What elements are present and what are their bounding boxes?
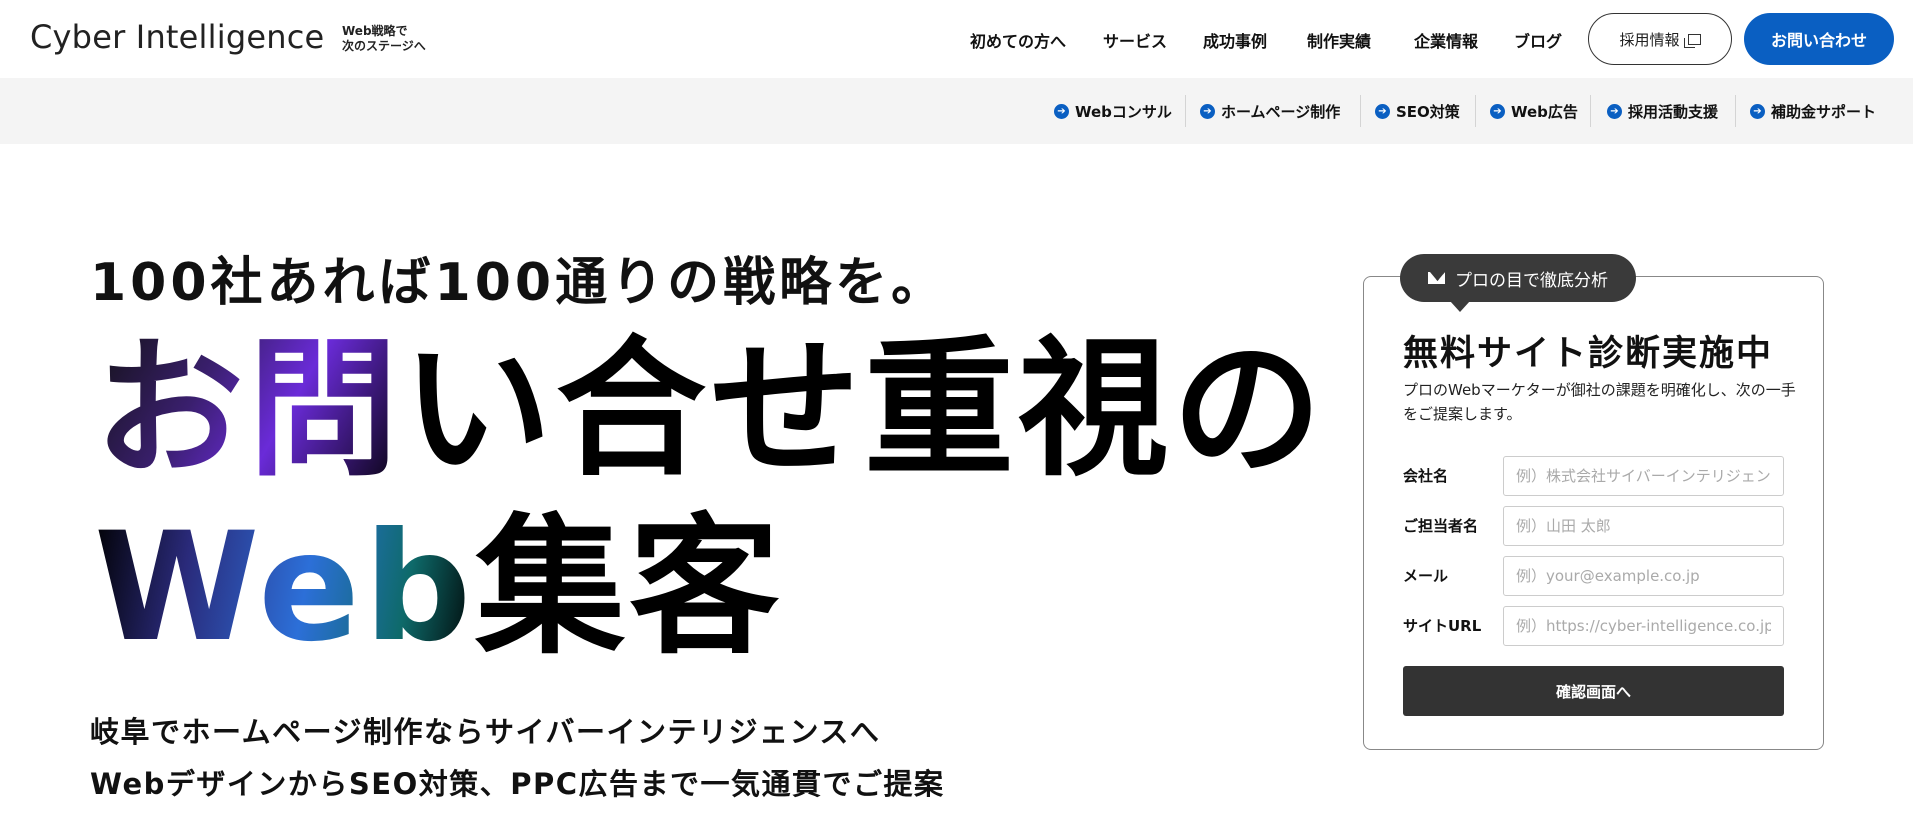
hero-title-line-1: お問い合せ重視の [94,330,1326,490]
arrow-right-circle-icon: ➔ [1054,104,1069,119]
nav-item-services[interactable]: サービス [1103,28,1167,52]
subnav-item-label: 採用活動支援 [1628,103,1719,121]
nav-item-beginners[interactable]: 初めての方へ [970,28,1066,52]
email-label: メール [1403,567,1449,585]
nav-item-success-cases[interactable]: 成功事例 [1203,28,1267,52]
company-name-label: 会社名 [1403,467,1449,485]
hero-description: 岐阜でホームページ制作ならサイバーインテリジェンスへ WebデザインからSEO対… [90,706,945,810]
subnav-divider [1185,95,1186,127]
hero-title-gradient-2: Web [94,501,476,675]
mail-icon [1428,272,1445,284]
subnav-divider [1475,95,1476,127]
arrow-right-circle-icon: ➔ [1490,104,1505,119]
subnav-item-label: ホームページ制作 [1221,103,1341,121]
subnav-divider [1735,95,1736,127]
arrow-right-circle-icon: ➔ [1375,104,1390,119]
site-url-label: サイトURL [1403,617,1482,635]
form-badge: プロの目で徹底分析 [1400,254,1636,312]
site-tagline: Web戦略で 次のステージへ [342,24,426,54]
subnav-item-recruiting-support[interactable]: ➔ 採用活動支援 [1607,101,1718,122]
site-logo[interactable]: Cyber Intelligence [30,18,324,56]
hero-catchphrase: 100社あれば100通りの戦略を。 [90,253,948,313]
site-header: Cyber Intelligence Web戦略で 次のステージへ 初めての方へ… [0,0,1913,78]
subnav-item-label: Webコンサル [1075,103,1172,121]
subnav-item-label: SEO対策 [1396,103,1460,121]
arrow-right-circle-icon: ➔ [1200,104,1215,119]
subnav-item-label: Web広告 [1511,103,1578,121]
contact-person-input[interactable] [1503,506,1784,546]
arrow-right-circle-icon: ➔ [1750,104,1765,119]
subnav-item-web-consulting[interactable]: ➔ Webコンサル [1054,101,1172,122]
form-description: プロのWebマーケターが御社の課題を明確化し、次の一手をご提案します。 [1403,381,1796,423]
subnav-item-web-ads[interactable]: ➔ Web広告 [1490,101,1578,122]
subnav-divider [1590,95,1591,127]
hero-description-line-2: WebデザインからSEO対策、PPC広告まで一気通貫でご提案 [90,767,945,801]
recruit-button-label: 採用情報 [1619,30,1680,49]
confirm-button[interactable]: 確認画面へ [1403,666,1784,716]
subnav-item-homepage[interactable]: ➔ ホームページ制作 [1200,101,1340,122]
subnav-item-seo[interactable]: ➔ SEO対策 [1375,101,1460,122]
subnav-divider [1360,95,1361,127]
form-badge-label: プロの目で徹底分析 [1455,270,1608,291]
company-name-input[interactable] [1503,456,1784,496]
tagline-line-1: Web戦略で [342,24,408,38]
subnav-item-label: 補助金サポート [1771,103,1877,121]
external-window-icon [1683,33,1701,48]
site-url-input[interactable] [1503,606,1784,646]
nav-item-company[interactable]: 企業情報 [1414,28,1478,52]
nav-item-works[interactable]: 制作実績 [1307,28,1371,52]
contact-button[interactable]: お問い合わせ [1744,13,1894,65]
nav-item-blog[interactable]: ブログ [1514,28,1562,52]
hero-title-line-2: Web集客 [94,508,783,668]
email-input[interactable] [1503,556,1784,596]
arrow-right-circle-icon: ➔ [1607,104,1622,119]
tagline-line-2: 次のステージへ [342,39,426,53]
recruit-button[interactable]: 採用情報 [1588,13,1732,65]
service-subnav: ➔ Webコンサル ➔ ホームページ制作 ➔ SEO対策 ➔ Web広告 ➔ 採… [0,78,1913,144]
hero-title-text-2: 集客 [475,501,784,675]
subnav-item-subsidy[interactable]: ➔ 補助金サポート [1750,101,1876,122]
hero-title-text-1: い合せ重視の [402,323,1327,497]
form-title: 無料サイト診断実施中 [1403,334,1774,374]
contact-person-label: ご担当者名 [1403,517,1479,535]
hero-title-gradient-1: お問 [94,323,403,497]
hero-description-line-1: 岐阜でホームページ制作ならサイバーインテリジェンスへ [90,715,881,749]
